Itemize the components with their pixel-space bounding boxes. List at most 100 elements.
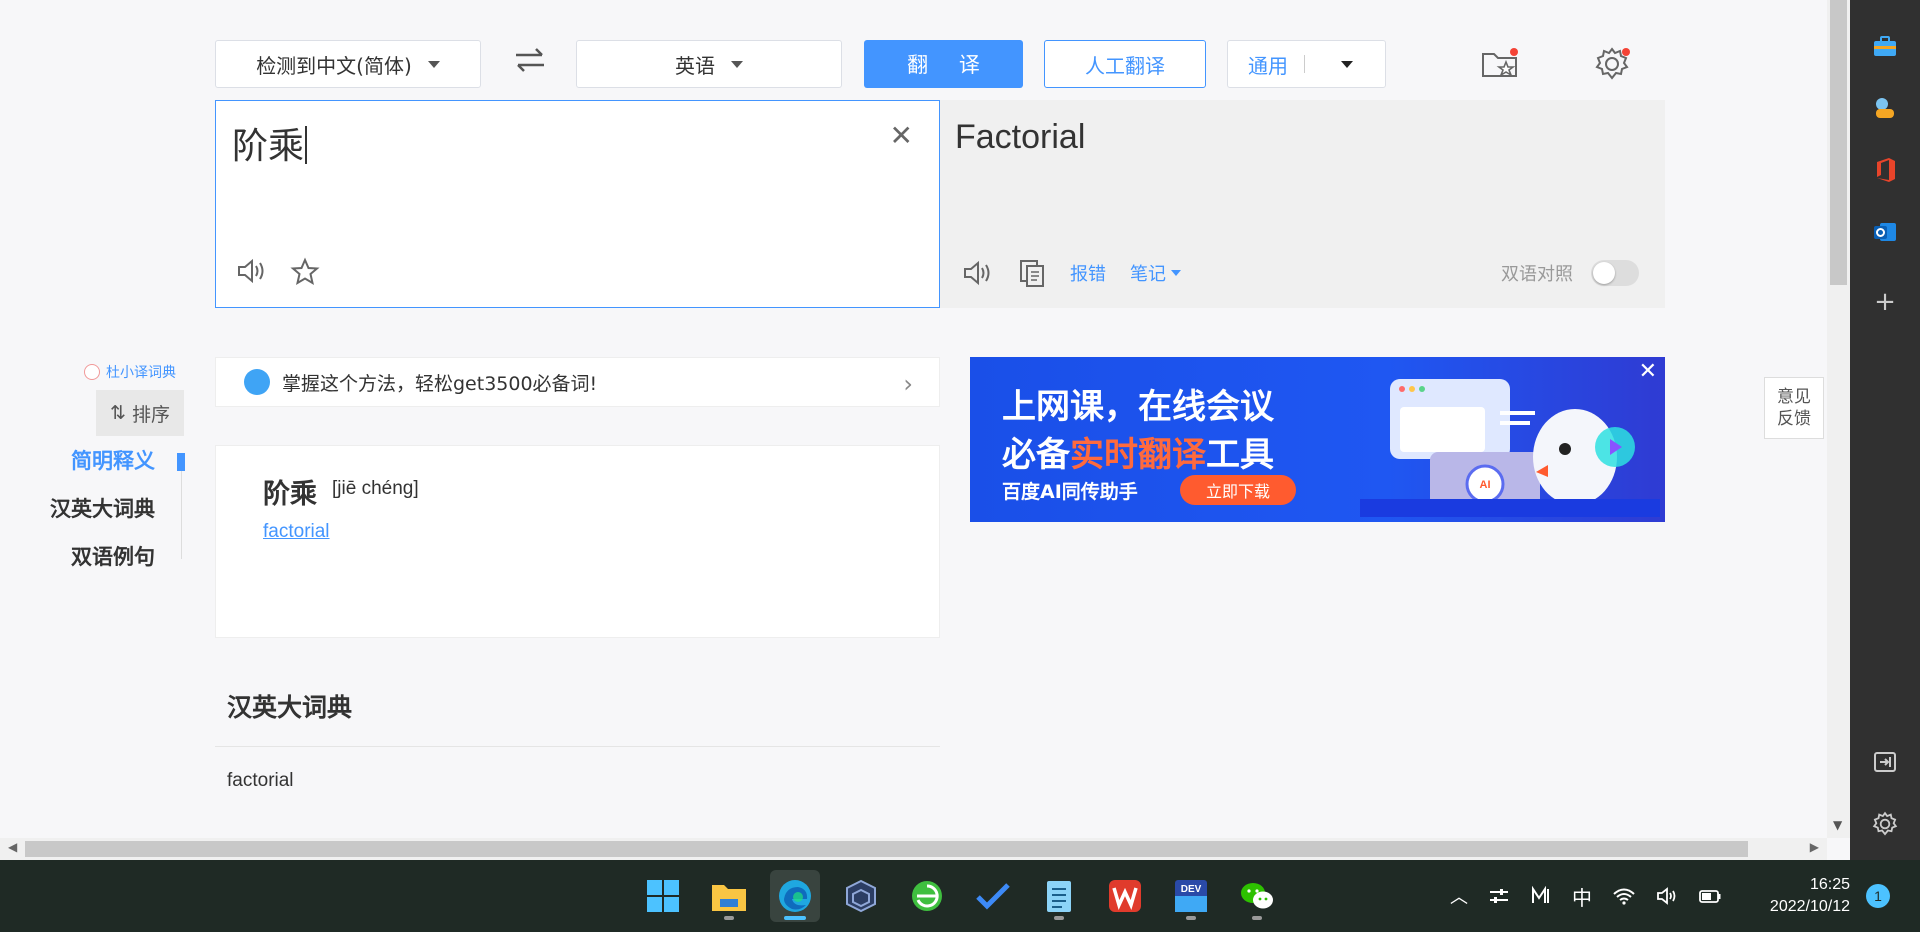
notepad-svg	[1047, 881, 1071, 912]
svg-text:DEV: DEV	[1181, 884, 1202, 895]
ad-download-button[interactable]: 立即下载	[1180, 475, 1296, 505]
office-icon[interactable]	[1871, 156, 1899, 184]
nav-item-concise-definition[interactable]: 简明释义	[40, 446, 185, 494]
scroll-down-arrow-icon[interactable]: ▼	[1833, 818, 1842, 832]
add-icon[interactable]: +	[1871, 287, 1899, 317]
translate-button[interactable]: 翻 译	[864, 40, 1023, 88]
speaker-icon[interactable]	[962, 259, 994, 287]
nav-item-bilingual-examples[interactable]: 双语例句	[40, 542, 185, 590]
nav-item-label: 双语例句	[71, 545, 155, 569]
battery-icon[interactable]	[1698, 886, 1722, 906]
outlook-icon[interactable]	[1871, 218, 1899, 246]
running-indicator	[1054, 916, 1064, 920]
pinyin: [jiē chéng]	[332, 478, 419, 499]
bilingual-label: 双语对照	[1501, 264, 1573, 285]
scrollbar-thumb[interactable]	[25, 841, 1748, 857]
briefcase-icon[interactable]	[1871, 32, 1899, 60]
notification-badge[interactable]: 1	[1866, 884, 1890, 908]
edge-browser-icon[interactable]	[770, 870, 820, 922]
sliders-icon[interactable]	[1488, 886, 1510, 906]
vertical-scrollbar[interactable]: ▼	[1827, 0, 1850, 838]
clock-time: 16:25	[1809, 876, 1850, 893]
ad-illustration: AI	[1360, 379, 1660, 517]
screen: 检测到中文(简体) 英语 翻 译 人工翻译 通用 阶乘 ✕ Factorial …	[0, 0, 1920, 932]
star-icon[interactable]	[290, 257, 320, 287]
promo-badge-icon	[244, 369, 270, 395]
dictionary-brand: 杜小译词典	[84, 362, 176, 382]
virtualbox-icon[interactable]	[836, 870, 886, 922]
favorites-folder-icon[interactable]	[1480, 46, 1520, 82]
speaker-icon[interactable]	[236, 257, 268, 285]
scroll-left-arrow-icon[interactable]: ◀	[8, 840, 17, 854]
translation-link[interactable]: factorial	[263, 521, 330, 543]
domain-select[interactable]: 通用	[1227, 40, 1386, 88]
ad-subheadline-a: 必备	[1002, 435, 1070, 475]
gear-icon[interactable]	[1871, 810, 1899, 838]
running-indicator	[1252, 916, 1262, 920]
copy-icon[interactable]	[1018, 258, 1046, 288]
promo-bar[interactable]: 掌握这个方法，轻松get3500必备词! ›	[215, 357, 940, 407]
chevron-down-icon	[1341, 60, 1353, 68]
wechat-icon[interactable]	[1232, 870, 1282, 922]
wps-office-icon[interactable]	[1100, 870, 1150, 922]
settings-gear-icon[interactable]	[1592, 46, 1632, 82]
notification-dot	[1622, 48, 1630, 56]
close-icon[interactable]: ✕	[890, 119, 913, 152]
running-indicator	[1186, 916, 1196, 920]
horizontal-scrollbar[interactable]: ◀ ▶	[0, 838, 1827, 860]
domain-label: 通用	[1248, 53, 1288, 78]
notification-dot	[1510, 48, 1518, 56]
nav-item-chinese-english-dictionary[interactable]: 汉英大词典	[40, 494, 185, 542]
clock-date: 2022/10/12	[1769, 898, 1850, 915]
target-text-panel: Factorial 报错 笔记 双语对照	[940, 100, 1665, 308]
source-language-select[interactable]: 检测到中文(简体)	[215, 40, 481, 88]
games-svg	[1876, 98, 1894, 118]
scroll-right-arrow-icon[interactable]: ▶	[1810, 840, 1819, 854]
todo-icon[interactable]	[968, 870, 1018, 922]
headword: 阶乘	[263, 479, 317, 510]
promo-text: 掌握这个方法，轻松get3500必备词!	[282, 372, 598, 395]
section-nav: 简明释义 汉英大词典 双语例句	[40, 446, 185, 590]
target-language-select[interactable]: 英语	[576, 40, 842, 88]
scrollbar-thumb[interactable]	[1830, 0, 1847, 285]
taskbar-apps: DEV	[638, 870, 1282, 922]
source-text-value: 阶乘	[232, 126, 305, 167]
nav-item-label: 简明释义	[71, 449, 155, 473]
virtualbox-svg	[846, 879, 876, 913]
notes-dropdown[interactable]: 笔记	[1130, 260, 1181, 286]
concise-definition-card: 阶乘 [jiē chéng] factorial	[215, 445, 940, 638]
wifi-icon[interactable]	[1612, 886, 1636, 906]
ad-subheadline-highlight: 实时翻译	[1070, 435, 1206, 475]
sort-button[interactable]: ⇅ 排序	[96, 390, 184, 436]
input-tools	[236, 257, 320, 287]
hide-sidebar-icon[interactable]	[1871, 748, 1899, 776]
volume-icon[interactable]	[1656, 886, 1678, 906]
source-text-input[interactable]: 阶乘	[232, 117, 308, 169]
windows-start-icon[interactable]	[638, 870, 688, 922]
chevron-up-icon[interactable]: ︿	[1450, 883, 1468, 909]
report-error-link[interactable]: 报错	[1070, 260, 1106, 286]
bilingual-toggle-group: 双语对照	[1501, 260, 1639, 286]
hide-sidebar-svg	[1874, 752, 1896, 772]
browser-sidebar: +	[1850, 0, 1920, 860]
taskbar-clock[interactable]: 16:25 2022/10/12	[1760, 874, 1850, 918]
swap-languages-icon[interactable]	[512, 42, 548, 78]
divider	[215, 746, 940, 747]
games-icon[interactable]	[1871, 94, 1899, 122]
human-translate-button[interactable]: 人工翻译	[1044, 40, 1206, 88]
bilingual-toggle[interactable]	[1591, 260, 1639, 286]
dev-cpp-icon[interactable]: DEV	[1166, 870, 1216, 922]
ad-banner[interactable]: 上网课，在线会议 必备实时翻译工具 百度AI同传助手 立即下载 AI ✕	[970, 357, 1665, 522]
feedback-button[interactable]: 意见 反馈	[1764, 377, 1824, 439]
source-text-panel[interactable]: 阶乘 ✕	[215, 100, 940, 308]
notepad-icon[interactable]	[1034, 870, 1084, 922]
swap-arrows-svg	[516, 48, 544, 72]
close-icon[interactable]: ✕	[1639, 359, 1657, 384]
browser-360-icon[interactable]	[902, 870, 952, 922]
file-explorer-icon[interactable]	[704, 870, 754, 922]
wps-svg	[1109, 880, 1141, 912]
input-method-icon[interactable]	[1530, 886, 1552, 906]
mascot-icon	[84, 364, 100, 380]
folder-svg	[712, 885, 746, 911]
ime-indicator[interactable]: 中	[1572, 882, 1592, 911]
